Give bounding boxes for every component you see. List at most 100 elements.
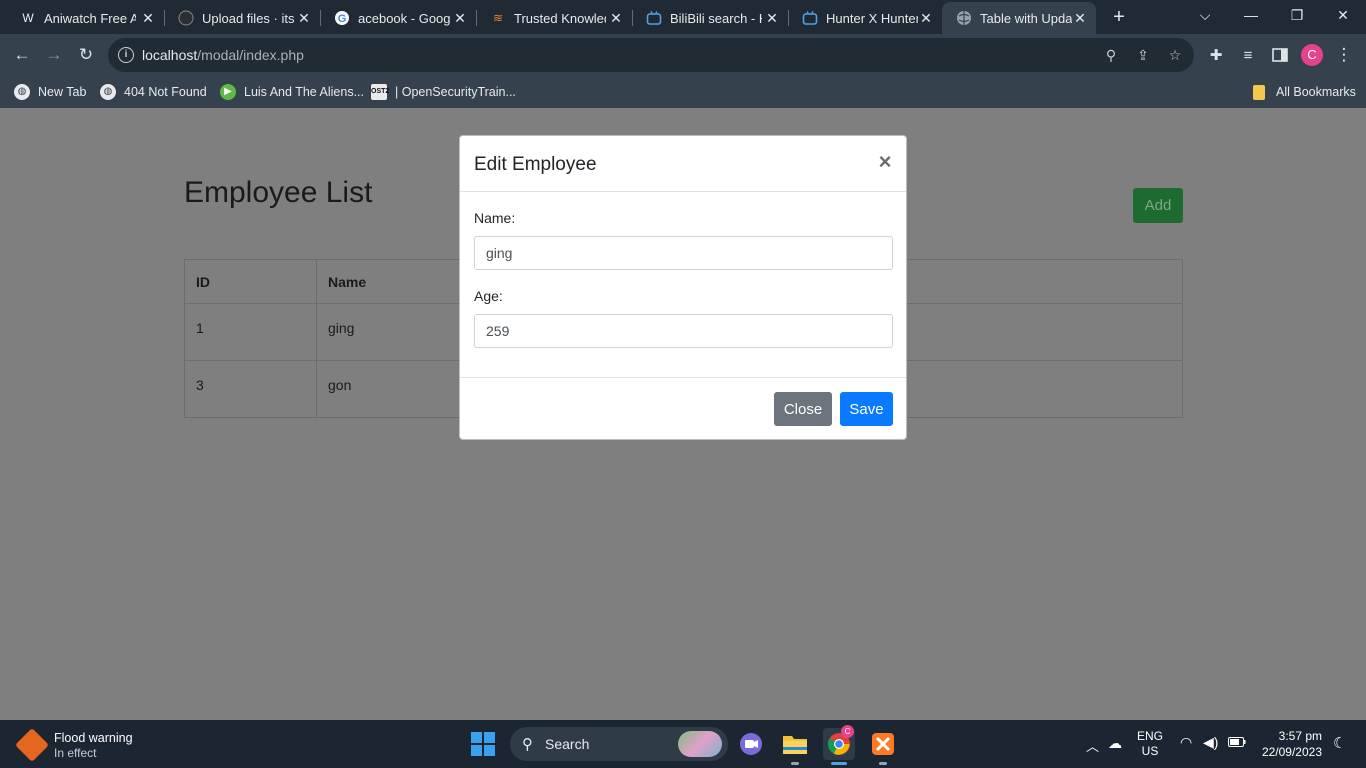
stackoverflow-icon: ≋ [492,11,504,25]
tab-upload-files[interactable]: Upload files · itsc ✕ [164,2,321,34]
weather-subtitle: In effect [54,746,97,760]
svg-text:G: G [338,13,347,25]
globe-icon: ◍ [100,84,116,100]
chrome-icon[interactable]: C [823,725,855,760]
play-icon: ▶ [220,84,236,100]
tab-close-icon[interactable]: ✕ [608,10,624,26]
tab-title: Hunter X Hunter [826,10,918,26]
cell-id: 3 [184,360,317,418]
modal-title: Edit Employee [474,154,597,175]
tab-aniwatch[interactable]: W Aniwatch Free An ✕ [6,2,165,34]
aniwatch-icon: W [22,11,34,25]
bookmark-star-icon[interactable]: ☆ [1166,46,1184,64]
cell-id: 1 [184,303,317,361]
name-label: Name: [474,210,516,226]
system-clock[interactable]: 3:57 pm 22/09/2023 [1256,728,1322,760]
tab-stackoverflow[interactable]: ≋ Trusted Knowled ✕ [476,2,633,34]
window-close-icon[interactable]: ✕ [1320,0,1366,30]
minimize-icon[interactable]: — [1228,0,1274,30]
tab-search-chevron-icon[interactable]: ⌵ [1182,0,1228,30]
tab-hunter-x-hunter[interactable]: Hunter X Hunter ✕ [788,2,942,34]
address-bar[interactable]: i localhost/modal/index.php ⚲ ⇪ ☆ [108,38,1194,72]
new-tab-plus-icon[interactable]: + [1108,6,1130,28]
tab-close-icon[interactable]: ✕ [918,10,934,26]
bookmark-opensecuritytraining[interactable]: OST2 | OpenSecurityTrain... [371,82,516,102]
column-header-id: ID [184,259,317,304]
tab-close-icon[interactable]: ✕ [452,10,468,26]
tab-title: acebook - Googl [358,10,450,26]
search-icon: ⚲ [522,736,533,753]
tab-title: Trusted Knowled [514,10,606,26]
bookmarks-bar: ◍ New Tab ◍ 404 Not Found ▶ Luis And The… [0,76,1366,108]
github-icon [178,10,194,26]
globe-icon [956,10,972,26]
age-input[interactable] [474,314,893,348]
back-arrow-icon[interactable]: ← [9,42,35,68]
bookmark-404[interactable]: ◍ 404 Not Found [100,82,207,102]
file-explorer-icon[interactable] [779,728,811,760]
all-bookmarks-label: All Bookmarks [1276,85,1356,99]
browser-toolbar: ← → ↻ i localhost/modal/index.php ⚲ ⇪ ☆ … [0,34,1366,76]
close-button[interactable]: Close [774,392,832,426]
share-icon[interactable]: ⇪ [1134,46,1152,64]
modal-footer: Close Save [460,377,906,439]
running-indicator [879,762,887,765]
meet-chat-icon[interactable] [735,728,767,760]
tab-google[interactable]: G acebook - Googl ✕ [320,2,477,34]
tab-strip: W Aniwatch Free An ✕ Upload files · itsc… [0,0,1366,34]
do-not-disturb-moon-icon[interactable]: ☾ [1333,734,1346,752]
forward-arrow-icon[interactable]: → [41,42,67,68]
modal-header: Edit Employee × [460,136,906,192]
tab-close-icon[interactable]: ✕ [296,10,312,26]
clock-time: 3:57 pm [1278,729,1322,743]
bookmark-luis-aliens[interactable]: ▶ Luis And The Aliens... [220,82,364,102]
tab-title: Table with Updat [980,10,1072,26]
all-bookmarks[interactable]: All Bookmarks [1253,82,1356,102]
taskbar-search[interactable]: ⚲ Search [510,727,728,761]
extensions-puzzle-icon[interactable]: ✚ [1203,42,1229,68]
modal-close-icon[interactable]: × [874,151,896,173]
onedrive-cloud-icon[interactable]: ☁ [1108,735,1122,752]
chrome-profile-badge: C [841,725,854,738]
taskbar: Flood warning In effect ⚲ Search C ︿ ☁ E… [0,720,1366,768]
battery-icon[interactable] [1228,736,1246,750]
region-code: US [1141,744,1159,758]
add-employee-button[interactable]: Add [1133,188,1183,223]
zoom-icon[interactable]: ⚲ [1102,46,1120,64]
bilibili-icon [646,10,662,26]
reload-icon[interactable]: ↻ [73,42,99,68]
site-info-icon[interactable]: i [118,47,134,63]
tab-close-icon[interactable]: ✕ [764,10,780,26]
tab-close-icon[interactable]: ✕ [140,10,156,26]
profile-avatar[interactable]: C [1301,44,1323,66]
tab-table-with-update[interactable]: Table with Updat ✕ [942,2,1096,34]
tab-title: Aniwatch Free An [44,10,136,26]
bookmark-label: Luis And The Aliens... [244,85,364,99]
wifi-icon[interactable]: ◠ [1180,734,1192,751]
tab-close-icon[interactable]: ✕ [1072,10,1088,26]
url-text[interactable]: localhost/modal/index.php [142,47,304,63]
ost2-icon: OST2 [371,84,389,100]
age-label: Age: [474,288,503,304]
weather-widget[interactable]: Flood warning In effect [15,728,133,762]
tab-bilibili-search[interactable]: BiliBili search - H ✕ [632,2,789,34]
save-button[interactable]: Save [840,392,893,426]
language-indicator[interactable]: ENG US [1137,729,1163,759]
side-panel-icon[interactable] [1267,42,1293,68]
bookmark-label: New Tab [38,85,87,99]
language-code: ENG [1137,729,1164,743]
restore-icon[interactable]: ❐ [1274,0,1320,30]
weather-title: Flood warning [54,731,133,745]
windows-start-icon[interactable] [467,728,499,760]
name-input[interactable] [474,236,893,270]
url-host: localhost [142,47,198,63]
volume-icon[interactable]: ◀) [1203,734,1218,751]
media-queue-icon[interactable]: ≡ [1235,42,1261,68]
show-hidden-icons-chevron-icon[interactable]: ︿ [1086,736,1099,755]
bookmark-new-tab[interactable]: ◍ New Tab [14,82,86,102]
edit-employee-modal: Edit Employee × Name: Age: Close Save [459,135,907,440]
bilibili-icon [802,10,818,26]
menu-kebab-icon[interactable]: ⋮ [1331,42,1357,68]
tab-title: BiliBili search - H [670,10,762,26]
xampp-icon[interactable] [867,728,899,760]
